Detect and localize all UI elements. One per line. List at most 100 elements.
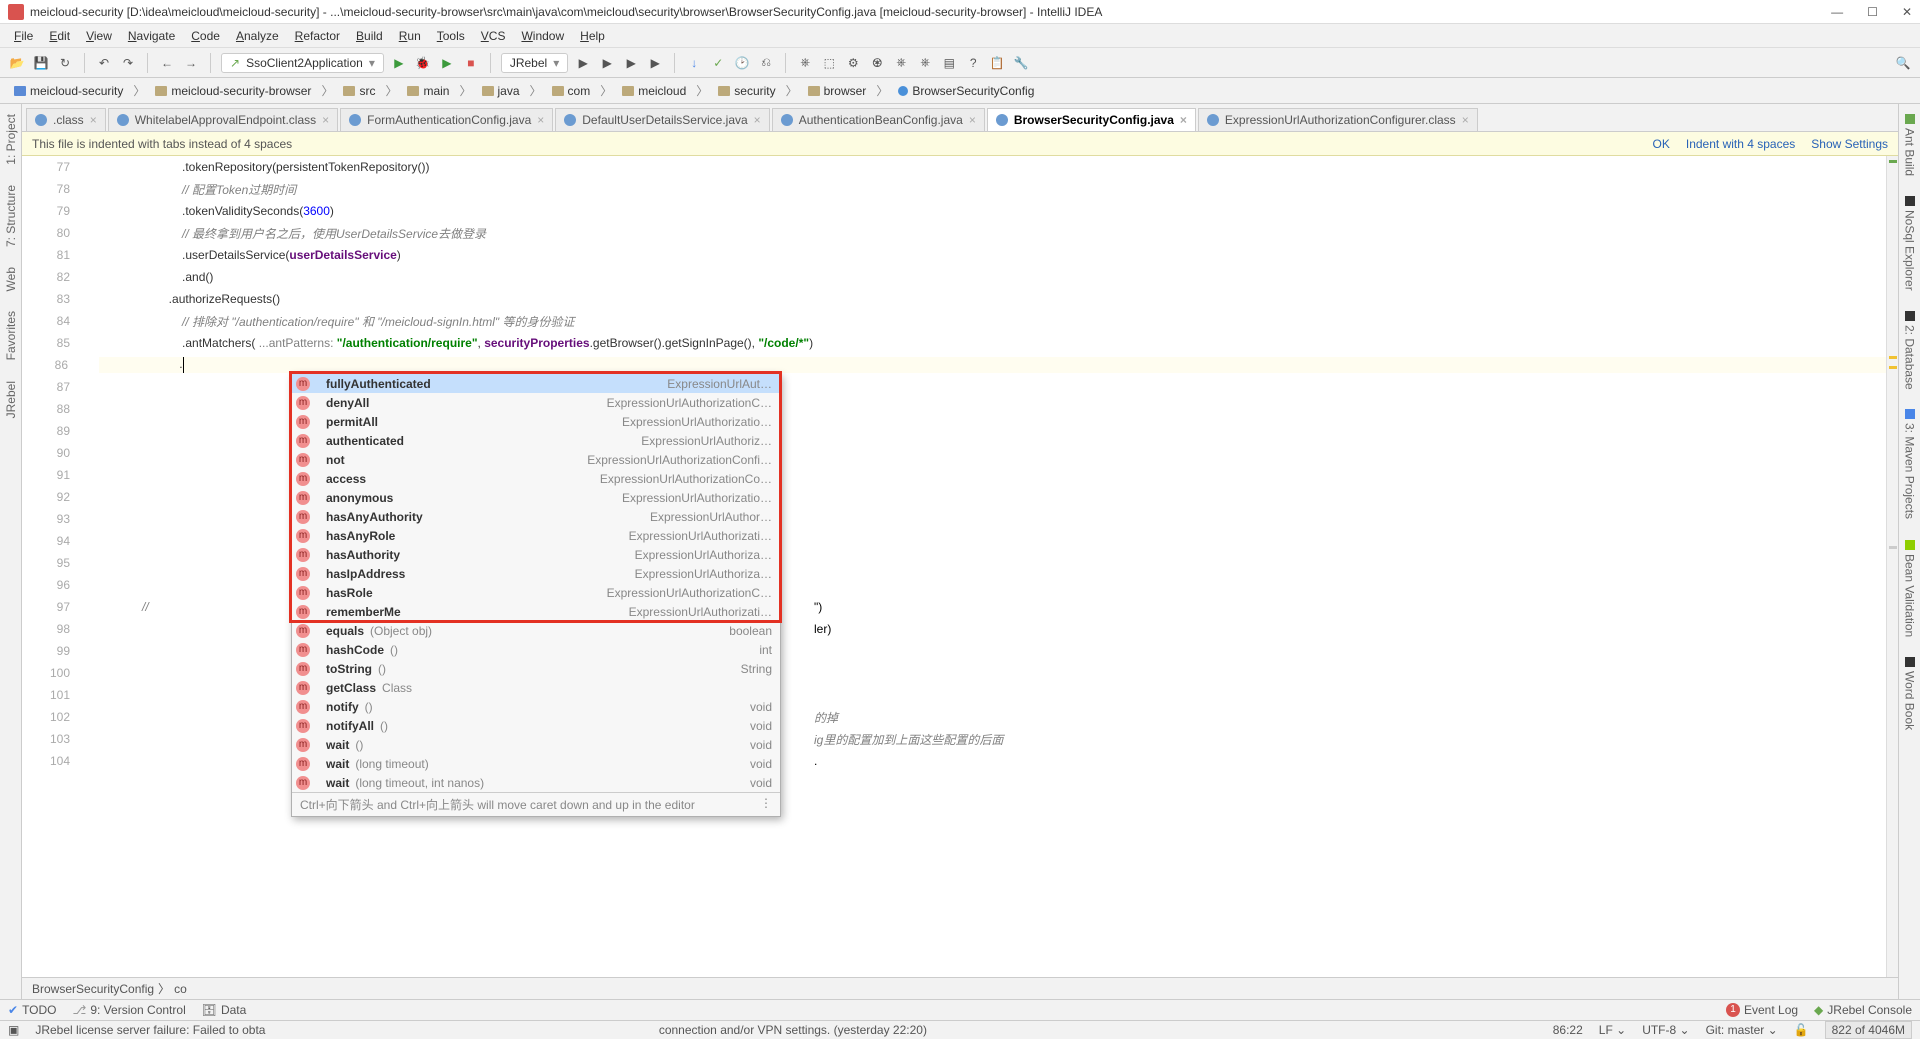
- todo-tab[interactable]: ✔TODO: [8, 1003, 57, 1017]
- gutter-line-number[interactable]: 103: [22, 732, 82, 746]
- gutter-line-number[interactable]: 95: [22, 556, 82, 570]
- gutter-line-number[interactable]: 101: [22, 688, 82, 702]
- undo-icon[interactable]: ↶: [95, 54, 113, 72]
- tool-icon-9[interactable]: 📋: [988, 54, 1006, 72]
- marker[interactable]: [1889, 160, 1897, 163]
- autocomplete-item[interactable]: mhasRole ExpressionUrlAuthorizationC…: [292, 583, 780, 602]
- left-tab-jrebel[interactable]: JRebel: [2, 375, 20, 424]
- code-line[interactable]: 80 // 最终拿到用户名之后，使用UserDetailsService去做登录: [22, 222, 1898, 244]
- autocomplete-item[interactable]: mpermitAll ExpressionUrlAuthorizatio…: [292, 412, 780, 431]
- database-tab[interactable]: 🗄Data: [202, 1003, 247, 1017]
- jrebel-icon-3[interactable]: ▶: [622, 54, 640, 72]
- gutter-line-number[interactable]: 78: [22, 182, 82, 196]
- gutter-line-number[interactable]: 87: [22, 380, 82, 394]
- run-config-combo[interactable]: ↗ SsoClient2Application ▾: [221, 53, 384, 73]
- autocomplete-item[interactable]: mhashCode()int: [292, 640, 780, 659]
- marker[interactable]: [1889, 366, 1897, 369]
- vcs-revert-icon[interactable]: ⎌: [757, 54, 775, 72]
- autocomplete-item[interactable]: mfullyAuthenticated ExpressionUrlAut…: [292, 374, 780, 393]
- notice-action[interactable]: OK: [1653, 137, 1670, 151]
- gutter-line-number[interactable]: 89: [22, 424, 82, 438]
- menu-run[interactable]: Run: [393, 27, 427, 45]
- gutter-line-number[interactable]: 83: [22, 292, 82, 306]
- menu-file[interactable]: File: [8, 27, 39, 45]
- code-line[interactable]: 77 .tokenRepository(persistentTokenRepos…: [22, 156, 1898, 178]
- editor-tab[interactable]: .class×: [26, 108, 106, 131]
- autocomplete-item[interactable]: mrememberMe ExpressionUrlAuthorizati…: [292, 602, 780, 621]
- tool-icon-3[interactable]: ⚙: [844, 54, 862, 72]
- code-line[interactable]: 82 .and(): [22, 266, 1898, 288]
- code-line[interactable]: 84 // 排除对 "/authentication/require" 和 "/…: [22, 310, 1898, 332]
- gutter-line-number[interactable]: 100: [22, 666, 82, 680]
- editor-tab[interactable]: AuthenticationBeanConfig.java×: [772, 108, 985, 131]
- crumb[interactable]: co: [174, 982, 187, 996]
- marker[interactable]: [1889, 546, 1897, 549]
- breadcrumb-item[interactable]: src: [337, 83, 381, 99]
- right-tab-mavenprojects[interactable]: 3: Maven Projects: [1901, 403, 1919, 525]
- gutter-line-number[interactable]: 99: [22, 644, 82, 658]
- autocomplete-item[interactable]: manonymous ExpressionUrlAuthorizatio…: [292, 488, 780, 507]
- autocomplete-popup[interactable]: mfullyAuthenticated ExpressionUrlAut…mde…: [291, 373, 781, 817]
- search-icon[interactable]: 🔍: [1894, 54, 1912, 72]
- close-tab-icon[interactable]: ×: [754, 113, 761, 127]
- notice-action[interactable]: Show Settings: [1811, 137, 1888, 151]
- vcs-update-icon[interactable]: ↓: [685, 54, 703, 72]
- refresh-icon[interactable]: ↻: [56, 54, 74, 72]
- autocomplete-item[interactable]: mnotify()void: [292, 697, 780, 716]
- breadcrumb-item[interactable]: security: [712, 83, 781, 99]
- tool-icon-7[interactable]: ▤: [940, 54, 958, 72]
- tool-icon-1[interactable]: ⎈: [796, 54, 814, 72]
- menu-window[interactable]: Window: [515, 27, 570, 45]
- gutter-line-number[interactable]: 90: [22, 446, 82, 460]
- menu-analyze[interactable]: Analyze: [230, 27, 285, 45]
- autocomplete-item[interactable]: mtoString()String: [292, 659, 780, 678]
- editor-tab[interactable]: BrowserSecurityConfig.java×: [987, 108, 1196, 131]
- caret-position[interactable]: 86:22: [1553, 1023, 1583, 1037]
- gutter-line-number[interactable]: 93: [22, 512, 82, 526]
- editor-tab[interactable]: ExpressionUrlAuthorizationConfigurer.cla…: [1198, 108, 1478, 131]
- menu-navigate[interactable]: Navigate: [122, 27, 181, 45]
- file-encoding[interactable]: UTF-8 ⌄: [1642, 1023, 1689, 1037]
- jrebel-console-tab[interactable]: ◆JRebel Console: [1814, 1003, 1912, 1017]
- close-tab-icon[interactable]: ×: [322, 113, 329, 127]
- autocomplete-item[interactable]: mauthenticated ExpressionUrlAuthoriz…: [292, 431, 780, 450]
- menu-view[interactable]: View: [80, 27, 118, 45]
- minimize-button[interactable]: —: [1831, 5, 1843, 19]
- coverage-icon[interactable]: ▶: [438, 54, 456, 72]
- autocomplete-item[interactable]: mwait(long timeout)void: [292, 754, 780, 773]
- gutter-line-number[interactable]: 96: [22, 578, 82, 592]
- right-tab-wordbook[interactable]: Word Book: [1901, 651, 1919, 736]
- close-tab-icon[interactable]: ×: [1180, 113, 1187, 127]
- toolwindow-toggle-icon[interactable]: ▣: [8, 1023, 19, 1037]
- forward-icon[interactable]: →: [182, 54, 200, 72]
- code-line[interactable]: 78 // 配置Token过期时间: [22, 178, 1898, 200]
- autocomplete-item[interactable]: mequals(Object obj)boolean: [292, 621, 780, 640]
- gutter-line-number[interactable]: 98: [22, 622, 82, 636]
- gutter-line-number[interactable]: 94: [22, 534, 82, 548]
- right-tab-database[interactable]: 2: Database: [1901, 305, 1919, 396]
- code-line[interactable]: 83 .authorizeRequests(): [22, 288, 1898, 310]
- menu-build[interactable]: Build: [350, 27, 389, 45]
- memory-indicator[interactable]: 822 of 4046M: [1825, 1021, 1912, 1039]
- event-log-tab[interactable]: 1Event Log: [1726, 1003, 1798, 1017]
- left-tab-project[interactable]: 1: Project: [2, 108, 20, 171]
- right-tab-nosqlexplorer[interactable]: NoSql Explorer: [1901, 190, 1919, 297]
- code-line[interactable]: 79 .tokenValiditySeconds(3600): [22, 200, 1898, 222]
- gutter-line-number[interactable]: 91: [22, 468, 82, 482]
- jrebel-icon-1[interactable]: ▶: [574, 54, 592, 72]
- breadcrumb-item[interactable]: browser: [802, 83, 873, 99]
- autocomplete-item[interactable]: mhasAuthority ExpressionUrlAuthoriza…: [292, 545, 780, 564]
- jrebel-combo[interactable]: JRebel ▾: [501, 53, 568, 73]
- breadcrumb-item[interactable]: meicloud-security: [8, 83, 129, 99]
- gutter-line-number[interactable]: 81: [22, 248, 82, 262]
- close-button[interactable]: ✕: [1902, 5, 1912, 19]
- back-icon[interactable]: ←: [158, 54, 176, 72]
- gutter-line-number[interactable]: 84: [22, 314, 82, 328]
- menu-vcs[interactable]: VCS: [475, 27, 512, 45]
- menu-tools[interactable]: Tools: [431, 27, 471, 45]
- right-tab-antbuild[interactable]: Ant Build: [1901, 108, 1919, 182]
- jrebel-icon-4[interactable]: ▶: [646, 54, 664, 72]
- tool-icon-10[interactable]: 🔧: [1012, 54, 1030, 72]
- autocomplete-item[interactable]: maccess ExpressionUrlAuthorizationCo…: [292, 469, 780, 488]
- tool-icon-6[interactable]: ⎈: [916, 54, 934, 72]
